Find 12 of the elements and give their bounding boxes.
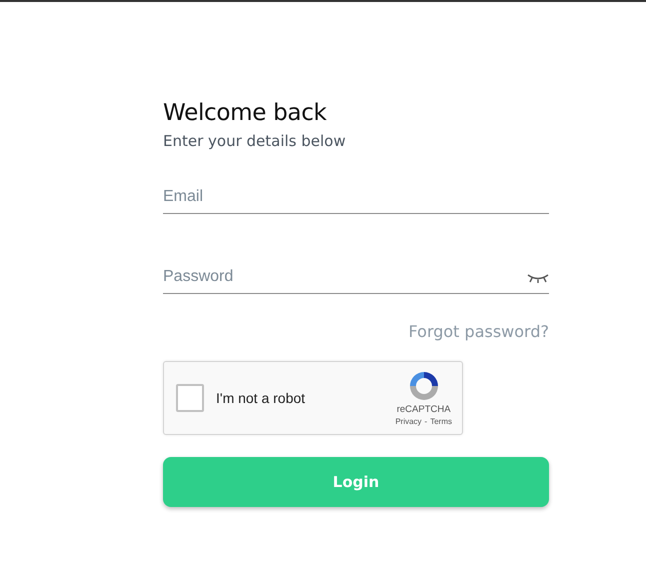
separator: - (424, 417, 428, 426)
closed-eye-icon[interactable] (527, 273, 549, 285)
email-field[interactable]: Email (163, 184, 549, 214)
password-field[interactable]: Password (163, 264, 549, 294)
subtitle: Enter your details below (163, 132, 347, 150)
captcha-link[interactable]: Terms (430, 417, 452, 426)
welcome-title: Welcome back (163, 100, 328, 126)
recaptcha-logo-icon (408, 370, 440, 402)
captcha-brand: reCAPTCHA (396, 404, 451, 415)
captcha-link[interactable]: Privacy (395, 417, 422, 426)
captcha-checkbox[interactable] (176, 384, 204, 412)
captcha-label: I'm not a robot (216, 390, 306, 406)
